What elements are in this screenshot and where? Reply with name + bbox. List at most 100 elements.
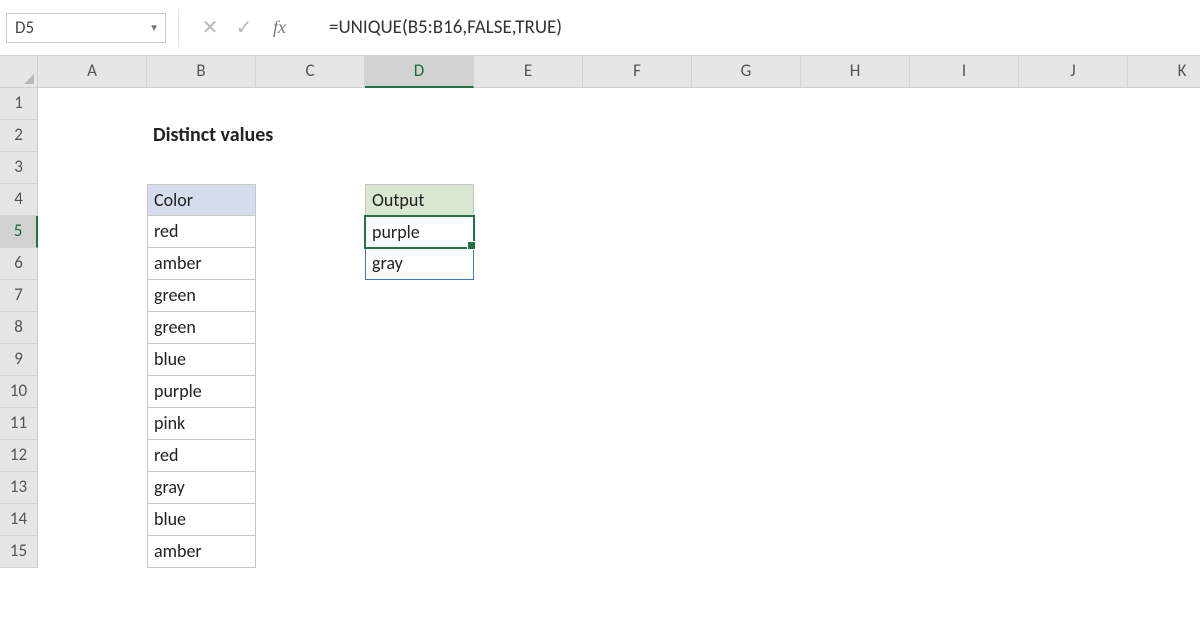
cell-C10[interactable] xyxy=(256,376,365,408)
row-header-6[interactable]: 6 xyxy=(0,248,38,280)
cell-E11[interactable] xyxy=(474,408,583,440)
cell-I4[interactable] xyxy=(910,184,1019,216)
column-header-E[interactable]: E xyxy=(474,56,583,88)
cell-K9[interactable] xyxy=(1128,344,1200,376)
cell-D3[interactable] xyxy=(365,152,474,184)
cell-F10[interactable] xyxy=(583,376,692,408)
cell-J15[interactable] xyxy=(1019,536,1128,568)
row-header-2[interactable]: 2 xyxy=(0,120,38,152)
cell-B1[interactable] xyxy=(147,88,256,120)
cell-F12[interactable] xyxy=(583,440,692,472)
column-header-J[interactable]: J xyxy=(1019,56,1128,88)
cell-A13[interactable] xyxy=(38,472,147,504)
cell-F2[interactable] xyxy=(583,120,692,152)
cell-J7[interactable] xyxy=(1019,280,1128,312)
color-cell[interactable]: blue xyxy=(147,344,256,376)
cell-D13[interactable] xyxy=(365,472,474,504)
cell-F7[interactable] xyxy=(583,280,692,312)
cell-K8[interactable] xyxy=(1128,312,1200,344)
cell-C14[interactable] xyxy=(256,504,365,536)
cell-A3[interactable] xyxy=(38,152,147,184)
cell-E4[interactable] xyxy=(474,184,583,216)
cell-H8[interactable] xyxy=(801,312,910,344)
cell-E9[interactable] xyxy=(474,344,583,376)
cell-J5[interactable] xyxy=(1019,216,1128,248)
cell-I5[interactable] xyxy=(910,216,1019,248)
cell-I8[interactable] xyxy=(910,312,1019,344)
cell-K5[interactable] xyxy=(1128,216,1200,248)
color-cell[interactable]: purple xyxy=(147,376,256,408)
cell-K4[interactable] xyxy=(1128,184,1200,216)
cell-C2[interactable] xyxy=(256,120,365,152)
cell-K15[interactable] xyxy=(1128,536,1200,568)
cell-D11[interactable] xyxy=(365,408,474,440)
cell-A5[interactable] xyxy=(38,216,147,248)
cell-B3[interactable] xyxy=(147,152,256,184)
cell-D15[interactable] xyxy=(365,536,474,568)
cell-J4[interactable] xyxy=(1019,184,1128,216)
row-header-15[interactable]: 15 xyxy=(0,536,38,568)
cell-E5[interactable] xyxy=(474,216,583,248)
cell-I1[interactable] xyxy=(910,88,1019,120)
cell-F6[interactable] xyxy=(583,248,692,280)
cell-H7[interactable] xyxy=(801,280,910,312)
cell-J14[interactable] xyxy=(1019,504,1128,536)
cell-G13[interactable] xyxy=(692,472,801,504)
cell-C4[interactable] xyxy=(256,184,365,216)
cell-D9[interactable] xyxy=(365,344,474,376)
row-header-10[interactable]: 10 xyxy=(0,376,38,408)
cell-G3[interactable] xyxy=(692,152,801,184)
cell-H10[interactable] xyxy=(801,376,910,408)
cell-H1[interactable] xyxy=(801,88,910,120)
name-box[interactable]: D5 ▼ xyxy=(6,13,166,43)
column-header-A[interactable]: A xyxy=(38,56,147,88)
cell-J3[interactable] xyxy=(1019,152,1128,184)
cell-G11[interactable] xyxy=(692,408,801,440)
cell-F15[interactable] xyxy=(583,536,692,568)
cell-H9[interactable] xyxy=(801,344,910,376)
cell-C3[interactable] xyxy=(256,152,365,184)
column-header-H[interactable]: H xyxy=(801,56,910,88)
cell-A8[interactable] xyxy=(38,312,147,344)
chevron-down-icon[interactable]: ▼ xyxy=(149,21,159,34)
spreadsheet-grid[interactable]: ABCDEFGHIJK12Distinct values34ColorOutpu… xyxy=(0,56,1200,568)
cell-G5[interactable] xyxy=(692,216,801,248)
cell-G1[interactable] xyxy=(692,88,801,120)
cell-G7[interactable] xyxy=(692,280,801,312)
cell-H12[interactable] xyxy=(801,440,910,472)
select-all-corner[interactable] xyxy=(0,56,38,88)
cell-J2[interactable] xyxy=(1019,120,1128,152)
cell-E14[interactable] xyxy=(474,504,583,536)
cell-J11[interactable] xyxy=(1019,408,1128,440)
cell-E13[interactable] xyxy=(474,472,583,504)
cell-D14[interactable] xyxy=(365,504,474,536)
cell-C13[interactable] xyxy=(256,472,365,504)
cell-A15[interactable] xyxy=(38,536,147,568)
cell-K1[interactable] xyxy=(1128,88,1200,120)
row-header-7[interactable]: 7 xyxy=(0,280,38,312)
cell-J6[interactable] xyxy=(1019,248,1128,280)
cell-G15[interactable] xyxy=(692,536,801,568)
cell-E15[interactable] xyxy=(474,536,583,568)
cell-I14[interactable] xyxy=(910,504,1019,536)
cell-A10[interactable] xyxy=(38,376,147,408)
cell-A2[interactable] xyxy=(38,120,147,152)
cell-I12[interactable] xyxy=(910,440,1019,472)
cell-D7[interactable] xyxy=(365,280,474,312)
row-header-12[interactable]: 12 xyxy=(0,440,38,472)
row-header-1[interactable]: 1 xyxy=(0,88,38,120)
cell-C8[interactable] xyxy=(256,312,365,344)
cell-I9[interactable] xyxy=(910,344,1019,376)
cell-J13[interactable] xyxy=(1019,472,1128,504)
cell-J12[interactable] xyxy=(1019,440,1128,472)
cell-F13[interactable] xyxy=(583,472,692,504)
output-cell-spill[interactable]: gray xyxy=(365,248,474,280)
row-header-14[interactable]: 14 xyxy=(0,504,38,536)
cell-G4[interactable] xyxy=(692,184,801,216)
color-cell[interactable]: red xyxy=(147,216,256,248)
cell-I11[interactable] xyxy=(910,408,1019,440)
cell-K12[interactable] xyxy=(1128,440,1200,472)
cell-F8[interactable] xyxy=(583,312,692,344)
cell-I6[interactable] xyxy=(910,248,1019,280)
cell-H5[interactable] xyxy=(801,216,910,248)
